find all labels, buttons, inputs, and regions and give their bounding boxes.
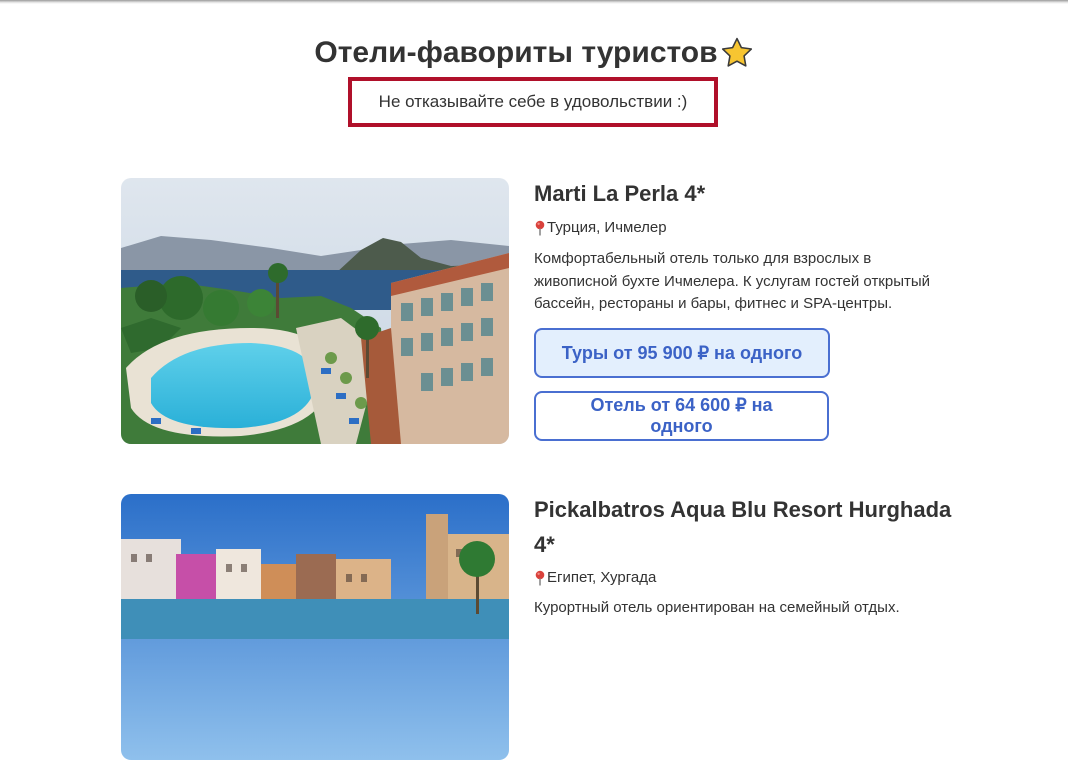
- hotel-photo-marti-la-perla[interactable]: [121, 178, 509, 444]
- hotel-photo-pickalbatros[interactable]: [121, 494, 509, 760]
- subtitle: Не отказывайте себе в удовольствии :): [378, 92, 688, 111]
- hotel-name[interactable]: Pickalbatros Aqua Blu Resort Hurghada 4*: [534, 492, 954, 562]
- hotel-name[interactable]: Marti La Perla 4*: [534, 176, 954, 211]
- pin-icon: [535, 570, 545, 585]
- header: Отели-фавориты туристов: [0, 36, 1068, 70]
- hotel-price-button[interactable]: Отель от 64 600 ₽ на одного: [534, 391, 829, 441]
- hotel-description: Курортный отель ориентирован на семейный…: [534, 599, 900, 616]
- pin-icon: [535, 220, 545, 235]
- location-text: Турция, Ичмелер: [547, 219, 667, 236]
- page-title: Отели-фавориты туристов: [314, 36, 753, 70]
- page-title-text: Отели-фавориты туристов: [314, 36, 718, 69]
- star-icon: [721, 37, 752, 67]
- hotel-description: Комфортабельный отель только для взрослы…: [534, 250, 931, 312]
- tours-price-button[interactable]: Туры от 95 900 ₽ на одного: [534, 328, 830, 378]
- hotel-location: Египет, Хургада: [534, 569, 656, 586]
- hotel-photo-illustration: [121, 494, 509, 760]
- top-shadow: [0, 0, 1068, 4]
- subtitle-highlight: Не отказывайте себе в удовольствии :): [348, 77, 718, 127]
- hotel-location: Турция, Ичмелер: [534, 219, 667, 236]
- location-text: Египет, Хургада: [547, 569, 657, 586]
- hotel-photo-illustration: [121, 178, 509, 444]
